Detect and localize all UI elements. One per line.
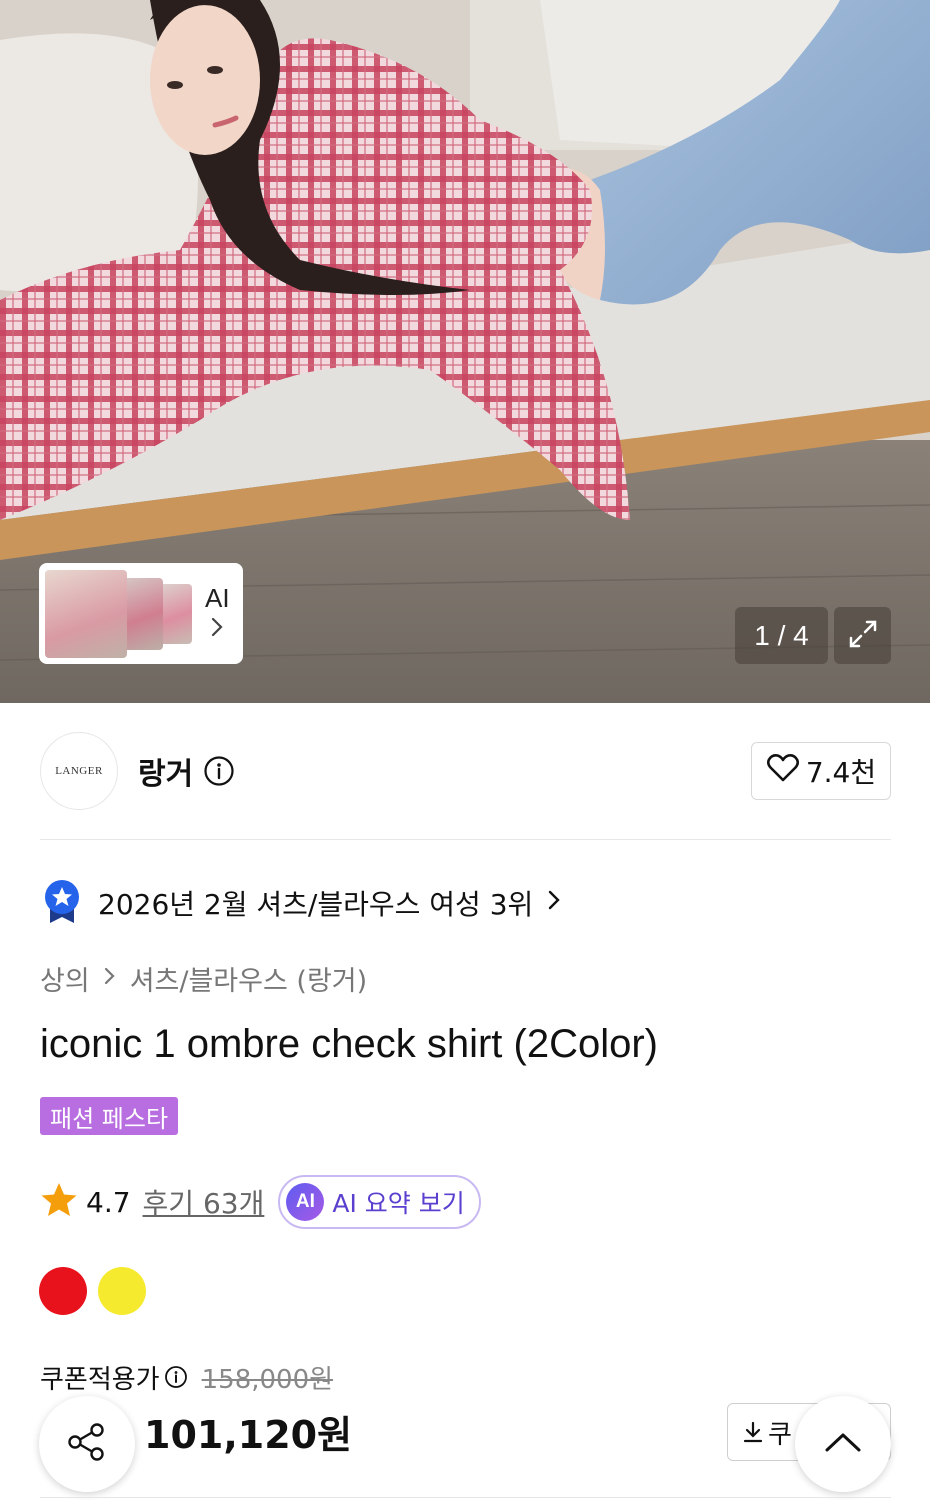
chevron-up-icon <box>823 1430 863 1458</box>
chevron-right-icon <box>210 616 224 644</box>
expand-icon <box>845 616 881 656</box>
chevron-right-icon <box>104 964 116 992</box>
ai-lookbook-link[interactable]: AI <box>205 583 230 644</box>
ranking-link[interactable]: 2026년 2월 셔츠/블라우스 여성 3위 <box>40 878 561 928</box>
breadcrumb: 상의 셔츠/블라우스 (랑거) <box>40 958 367 998</box>
image-counter: 1 / 4 <box>735 607 828 664</box>
like-button[interactable]: 7.4천 <box>751 742 891 800</box>
coupon-button-label: 쿠 <box>768 1419 792 1450</box>
rating-row: 4.7 후기 63개 AI AI 요약 보기 <box>40 1175 481 1229</box>
heart-icon <box>766 753 800 790</box>
download-icon <box>742 1420 764 1444</box>
like-count: 7.4천 <box>805 756 877 789</box>
thumbnail-image <box>158 583 192 644</box>
festa-badge: 패션 페스타 <box>40 1097 179 1135</box>
product-image-gallery[interactable]: AI 1 / 4 <box>0 0 930 703</box>
info-icon[interactable] <box>203 755 235 787</box>
ai-label: AI <box>205 583 230 613</box>
ai-summary-label: AI 요약 보기 <box>332 1189 465 1218</box>
shop-logo[interactable]: LANGER <box>40 732 118 810</box>
info-icon[interactable] <box>164 1365 188 1389</box>
divider <box>40 1497 891 1498</box>
thumbnail-image <box>123 577 163 650</box>
star-icon <box>40 1181 78 1223</box>
color-swatch-red[interactable] <box>39 1267 87 1315</box>
ribbon-star-icon <box>40 877 84 929</box>
coupon-price-row: 쿠폰적용가 158,000원 <box>40 1358 333 1396</box>
review-count-link[interactable]: 후기 63개 <box>143 1182 265 1222</box>
expand-image-button[interactable] <box>834 607 891 664</box>
divider <box>40 839 891 840</box>
breadcrumb-category[interactable]: 상의 <box>40 959 90 998</box>
share-button[interactable] <box>39 1396 135 1492</box>
thumbnail-image <box>45 569 127 658</box>
ai-summary-button[interactable]: AI AI 요약 보기 <box>278 1175 481 1229</box>
breadcrumb-subcategory[interactable]: 셔츠/블라우스 (랑거) <box>130 959 367 998</box>
shop-row: LANGER 랑거 7.4천 <box>40 732 891 810</box>
chevron-right-icon <box>547 888 561 918</box>
ranking-text: 2026년 2월 셔츠/블라우스 여성 3위 <box>98 888 534 921</box>
ai-lookbook-thumbnails[interactable]: AI <box>39 563 243 664</box>
thumbnail-stack <box>45 569 195 658</box>
coupon-price-label: 쿠폰적용가 <box>40 1364 160 1395</box>
product-title: iconic 1 ombre check shirt (2Color) <box>40 1022 658 1066</box>
ai-badge-icon: AI <box>286 1183 325 1221</box>
scroll-to-top-button[interactable] <box>795 1396 891 1492</box>
final-price: 101,120원 <box>144 1412 353 1457</box>
share-icon <box>65 1420 109 1468</box>
original-price: 158,000원 <box>201 1364 334 1395</box>
shop-name[interactable]: 랑거 <box>138 749 193 793</box>
rating-score: 4.7 <box>86 1185 131 1219</box>
color-swatch-yellow[interactable] <box>98 1267 146 1315</box>
